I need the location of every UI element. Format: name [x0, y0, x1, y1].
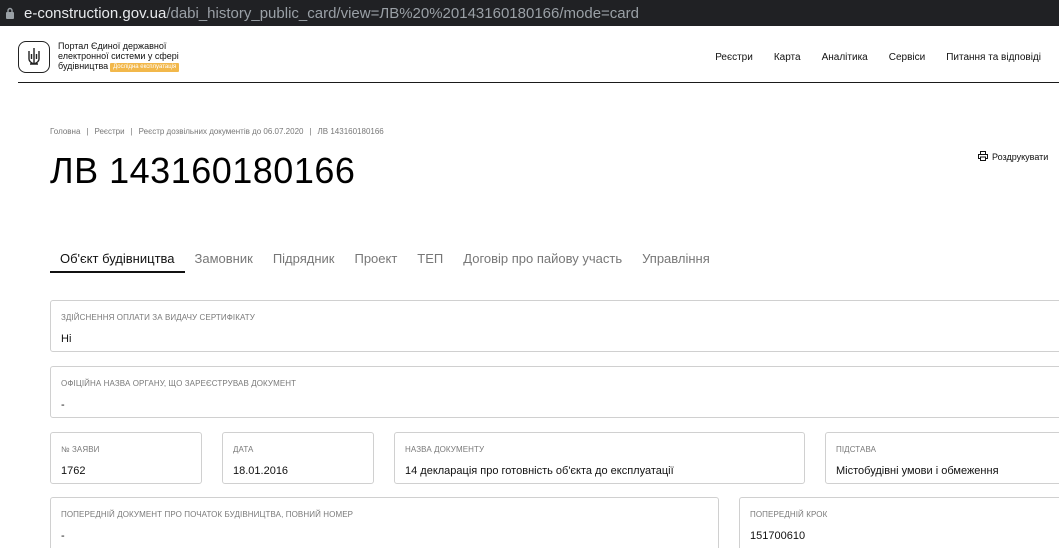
field-value: Ні: [61, 333, 72, 345]
url-path: /dabi_history_public_card/view=ЛВ%20%201…: [166, 4, 639, 22]
field-label: № заяви: [61, 445, 100, 454]
breadcrumb-home[interactable]: Головна: [50, 127, 80, 136]
field-application-number: № заяви 1762: [50, 432, 202, 484]
breadcrumb-current: ЛВ 143160180166: [317, 127, 384, 136]
field-label: Офіційна назва органу, що зареєстрував д…: [61, 379, 297, 388]
field-label: Дата: [233, 445, 254, 454]
tab-customer[interactable]: Замовник: [185, 245, 263, 273]
breadcrumb-permit-registry[interactable]: Реєстр дозвільних документів до 06.07.20…: [139, 127, 304, 136]
breadcrumb-separator: |: [86, 127, 89, 136]
field-value: -: [61, 530, 65, 542]
browser-address-bar[interactable]: e-construction.gov.ua/dabi_history_publi…: [0, 0, 1059, 26]
field-label: Попередній документ про початок будівниц…: [61, 510, 354, 519]
breadcrumb-registries[interactable]: Реєстри: [94, 127, 124, 136]
printer-icon: [978, 151, 988, 163]
lock-icon: [3, 6, 17, 20]
print-button[interactable]: Роздрукувати: [978, 151, 1048, 163]
field-payment: Здійснення оплати за видачу сертифікату …: [50, 300, 1059, 352]
tab-project[interactable]: Проект: [344, 245, 407, 273]
field-registering-authority: Офіційна назва органу, що зареєстрував д…: [50, 366, 1059, 418]
url-text[interactable]: e-construction.gov.ua/dabi_history_publi…: [24, 5, 639, 22]
print-label: Роздрукувати: [992, 152, 1049, 162]
field-value: 14 декларація про готовність об'єкта до …: [405, 465, 674, 477]
portal-title[interactable]: Портал Єдиної державної електронної сист…: [58, 41, 218, 72]
main-nav: Реєстри Карта Аналітика Сервіси Питання …: [715, 52, 1041, 63]
field-label: Назва документу: [405, 445, 485, 454]
beta-badge: Дослідна експлуатація: [110, 63, 180, 72]
nav-services[interactable]: Сервіси: [889, 52, 925, 63]
field-value: 151700610: [750, 530, 806, 542]
field-basis: Підстава Містобудівні умови і обмеження: [825, 432, 1059, 484]
breadcrumb: Головна | Реєстри | Реєстр дозвільних до…: [50, 127, 384, 136]
tab-construction-object[interactable]: Об'єкт будівництва: [50, 245, 185, 273]
tab-contractor[interactable]: Підрядник: [263, 245, 345, 273]
field-previous-document: Попередній документ про початок будівниц…: [50, 497, 719, 548]
site-header: Портал Єдиної державної електронної сист…: [18, 26, 1059, 83]
breadcrumb-separator: |: [130, 127, 133, 136]
field-label: Підстава: [836, 445, 877, 454]
field-date: Дата 18.01.2016: [222, 432, 374, 484]
trident-logo-icon[interactable]: [18, 41, 50, 73]
nav-faq[interactable]: Питання та відповіді: [946, 52, 1041, 63]
field-document-name: Назва документу 14 декларація про готовн…: [394, 432, 805, 484]
tab-tep[interactable]: ТЕП: [407, 245, 453, 273]
tab-equity-agreement[interactable]: Договір про пайову участь: [453, 245, 632, 273]
field-previous-step: Попередній крок 151700610: [739, 497, 1059, 548]
url-domain: e-construction.gov.ua: [24, 4, 167, 22]
tab-bar: Об'єкт будівництва Замовник Підрядник Пр…: [50, 245, 720, 273]
nav-map[interactable]: Карта: [774, 52, 801, 63]
field-value: Містобудівні умови і обмеження: [836, 465, 999, 477]
breadcrumb-separator: |: [309, 127, 312, 136]
field-label: Попередній крок: [750, 510, 828, 519]
field-value: -: [61, 399, 65, 411]
tab-management[interactable]: Управління: [632, 245, 720, 273]
page-title: ЛВ 143160180166: [50, 150, 356, 191]
nav-analytics[interactable]: Аналітика: [822, 52, 868, 63]
field-value: 18.01.2016: [233, 465, 289, 477]
field-label: Здійснення оплати за видачу сертифікату: [61, 313, 255, 322]
field-value: 1762: [61, 465, 86, 477]
nav-registries[interactable]: Реєстри: [715, 52, 753, 63]
